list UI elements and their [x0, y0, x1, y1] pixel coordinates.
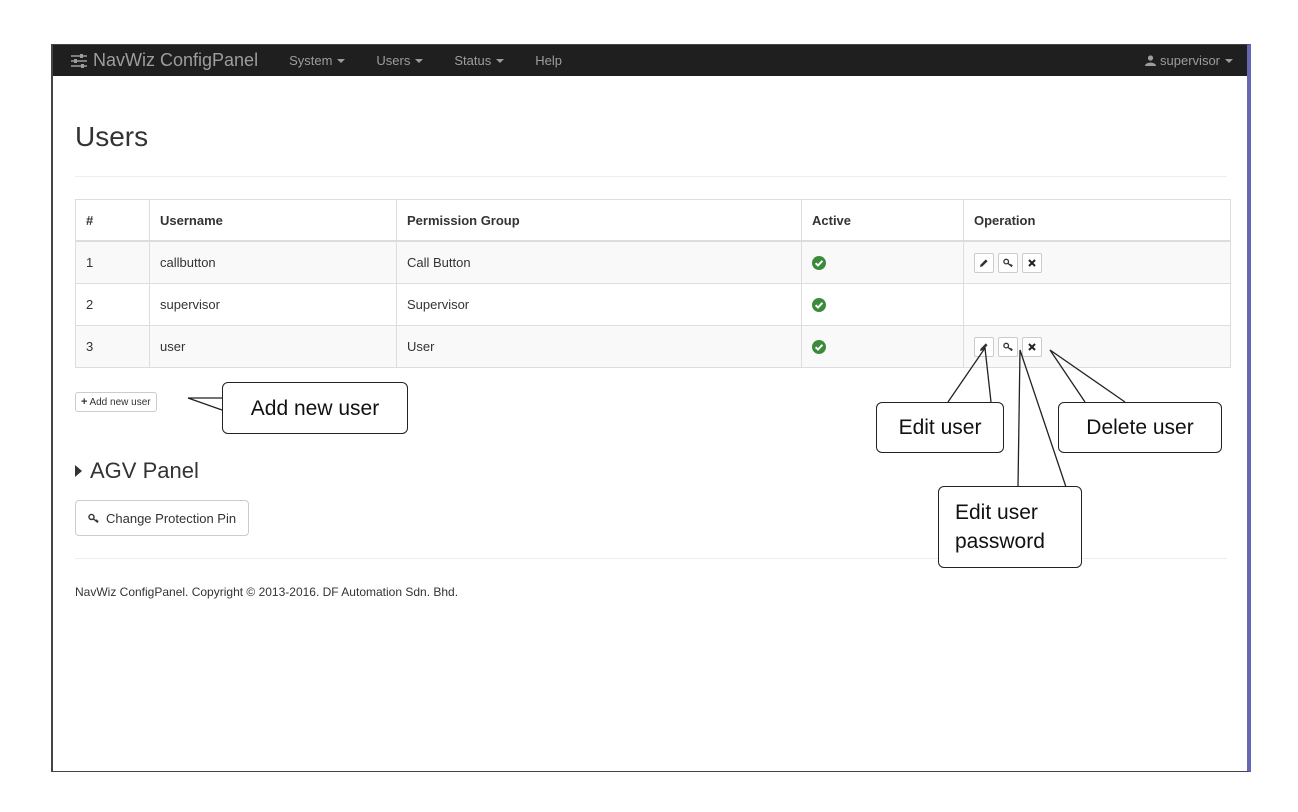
cell-username: supervisor: [149, 283, 397, 326]
cell-operation: [963, 240, 1231, 284]
edit-password-button[interactable]: [998, 252, 1018, 273]
edit-password-button[interactable]: [998, 336, 1018, 357]
callout-add-user: Add new user: [222, 382, 408, 434]
check-circle-icon: [812, 256, 826, 271]
divider: [75, 176, 1227, 177]
brand[interactable]: NavWiz ConfigPanel: [71, 50, 258, 71]
cell-operation: [963, 283, 1231, 326]
table-row: 2 supervisor Supervisor: [75, 283, 1231, 326]
cell-permission-group: Call Button: [396, 240, 802, 284]
nav-menu-system[interactable]: System: [289, 53, 346, 68]
key-icon: [88, 513, 99, 523]
cell-num: 3: [75, 325, 150, 368]
nav-menu-label: Users: [376, 53, 411, 68]
key-icon: [1002, 258, 1013, 267]
sliders-icon: [71, 53, 87, 68]
agv-panel-toggle[interactable]: AGV Panel: [75, 458, 199, 484]
col-header-permission-group: Permission Group: [396, 199, 802, 242]
cell-permission-group: Supervisor: [396, 283, 802, 326]
cell-num: 1: [75, 240, 150, 284]
callout-edit-user: Edit user: [876, 402, 1004, 453]
cell-operation: [963, 325, 1231, 368]
user-menu[interactable]: supervisor: [1145, 53, 1233, 68]
user-menu-label: supervisor: [1160, 53, 1220, 68]
callout-edit-password: Edit user password: [938, 486, 1082, 568]
users-table: # Username Permission Group Active Opera…: [75, 199, 1231, 368]
agv-panel-title: AGV Panel: [90, 458, 199, 483]
check-circle-icon: [812, 340, 826, 355]
change-protection-pin-button[interactable]: Change Protection Pin: [75, 500, 250, 536]
col-header-num: #: [75, 199, 150, 242]
footer-copyright: NavWiz ConfigPanel. Copyright © 2013-201…: [75, 585, 459, 599]
cell-permission-group: User: [396, 325, 802, 368]
caret-down-icon: [415, 58, 424, 63]
cell-active: [801, 240, 964, 284]
nav-menu-status[interactable]: Status: [454, 53, 505, 68]
col-header-username: Username: [149, 199, 397, 242]
nav-menu-label: System: [289, 53, 333, 68]
callout-text: Delete user: [1086, 416, 1194, 439]
cell-active: [801, 325, 964, 368]
delete-user-button[interactable]: [1022, 252, 1042, 273]
caret-down-icon: [496, 58, 505, 63]
triangle-right-icon: [75, 465, 82, 477]
col-header-active: Active: [801, 199, 964, 242]
plus-icon: +: [81, 396, 88, 408]
cell-active: [801, 283, 964, 326]
cell-username: user: [149, 325, 397, 368]
top-navbar: NavWiz ConfigPanel System Users Status H…: [53, 45, 1247, 76]
page-title: Users: [75, 121, 149, 152]
brand-label: NavWiz ConfigPanel: [93, 50, 259, 70]
check-circle-icon: [812, 298, 826, 313]
x-icon: [1028, 342, 1036, 351]
callout-text: Add new user: [250, 396, 380, 420]
pencil-icon: [980, 342, 988, 351]
key-icon: [1002, 342, 1013, 351]
callout-text: password: [955, 530, 1045, 553]
nav-menu-help[interactable]: Help: [535, 53, 562, 68]
x-icon: [1028, 258, 1036, 267]
change-pin-label: Change Protection Pin: [106, 510, 237, 526]
user-icon: [1145, 55, 1157, 66]
callout-text: Edit user: [898, 416, 982, 439]
table-row: 3 user User: [75, 325, 1231, 368]
add-user-button[interactable]: + Add new user: [75, 392, 157, 412]
nav-menu-label: Status: [454, 53, 492, 68]
caret-down-icon: [337, 58, 346, 63]
cell-username: callbutton: [149, 240, 397, 284]
cell-num: 2: [75, 283, 150, 326]
col-header-operation: Operation: [963, 199, 1231, 242]
edit-user-button[interactable]: [974, 336, 994, 357]
table-header-row: # Username Permission Group Active Opera…: [75, 199, 1231, 242]
nav-menu-users[interactable]: Users: [376, 53, 424, 68]
pencil-icon: [980, 258, 988, 267]
nav-menu-label: Help: [535, 53, 562, 68]
add-user-label: Add new user: [89, 396, 151, 408]
caret-down-icon: [1225, 58, 1233, 63]
delete-user-button[interactable]: [1022, 336, 1042, 357]
callout-text: Edit user: [955, 501, 1038, 524]
edit-user-button[interactable]: [974, 252, 994, 273]
callout-delete-user: Delete user: [1058, 402, 1222, 453]
table-row: 1 callbutton Call Button: [75, 240, 1231, 284]
